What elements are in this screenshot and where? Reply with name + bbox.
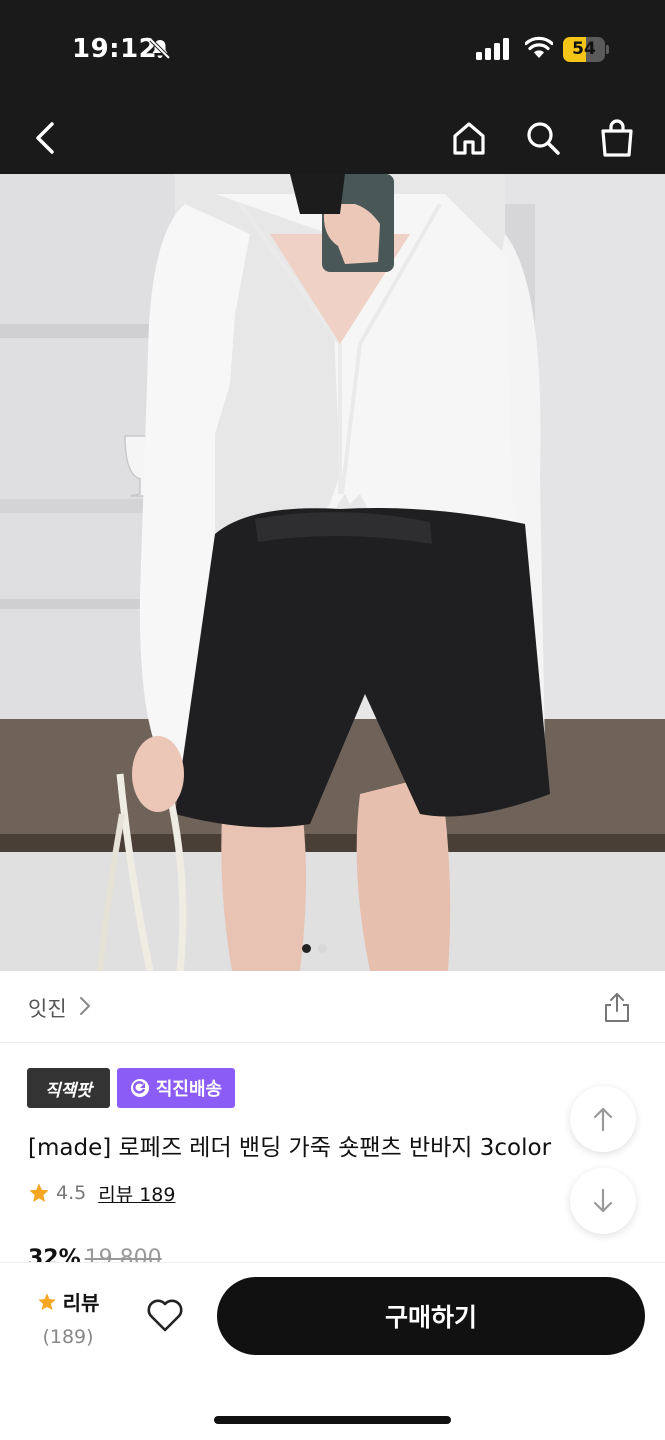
product-image[interactable] — [0, 174, 665, 971]
product-photo — [0, 174, 665, 971]
buy-button[interactable]: 구매하기 — [217, 1277, 645, 1355]
heart-icon[interactable] — [145, 1297, 185, 1333]
arrow-up-icon — [593, 1107, 613, 1132]
share-icon[interactable] — [602, 991, 632, 1023]
nav-bar — [0, 100, 665, 174]
jackpot-badge-label: 직잭팟 — [45, 1080, 92, 1101]
battery-percent: 54 — [572, 39, 596, 59]
status-bar: 19:12 54 — [0, 0, 665, 100]
shop-name[interactable]: 잇진 — [28, 993, 67, 1023]
search-button[interactable] — [521, 116, 565, 160]
review-tab-label: 리뷰 — [62, 1291, 100, 1315]
bell-muted-icon — [149, 38, 171, 60]
cart-button[interactable] — [595, 116, 639, 160]
rating-row: 4.5 리뷰 189 — [28, 1180, 175, 1206]
carousel-indicator — [0, 944, 665, 954]
shopping-bag-icon — [601, 119, 633, 157]
home-indicator — [214, 1416, 451, 1424]
search-icon — [527, 122, 560, 155]
signal-icon — [476, 38, 509, 60]
price-peek: 32% 19,800 — [28, 1246, 162, 1262]
direct-delivery-label: 직진배송 — [155, 1079, 223, 1100]
original-price: 19,800 — [84, 1246, 162, 1262]
review-tab-count: (189) — [42, 1326, 94, 1348]
delivery-arrow-icon — [130, 1079, 149, 1097]
direct-delivery-badge: 직진배송 — [117, 1068, 235, 1108]
back-arrow-icon — [36, 122, 54, 154]
star-icon — [29, 1183, 49, 1202]
review-tab[interactable]: 리뷰 (189) — [30, 1287, 106, 1348]
jackpot-badge: 직잭팟 — [27, 1068, 110, 1108]
battery-indicator: 54 — [563, 37, 609, 62]
scroll-bottom-button[interactable] — [570, 1168, 636, 1234]
scroll-top-button[interactable] — [570, 1086, 636, 1152]
rating-value: 4.5 — [56, 1182, 87, 1204]
bottom-action-bar: 리뷰 (189) 구매하기 — [0, 1262, 665, 1440]
status-time: 19:12 — [72, 34, 158, 64]
discount-rate: 32% — [28, 1246, 81, 1262]
chevron-right-icon — [80, 997, 90, 1015]
back-button[interactable] — [24, 116, 68, 160]
review-link[interactable]: 리뷰 189 — [98, 1180, 175, 1207]
home-icon — [453, 122, 485, 155]
home-button[interactable] — [447, 116, 491, 160]
arrow-down-icon — [593, 1188, 613, 1213]
carousel-dot — [302, 944, 311, 953]
star-icon — [37, 1292, 56, 1310]
carousel-dot — [318, 944, 327, 953]
product-title: [made] 로페즈 레더 밴딩 가죽 숏팬츠 반바지 3color — [28, 1135, 552, 1161]
shop-row[interactable]: 잇진 — [0, 971, 665, 1043]
wifi-icon — [525, 36, 553, 58]
